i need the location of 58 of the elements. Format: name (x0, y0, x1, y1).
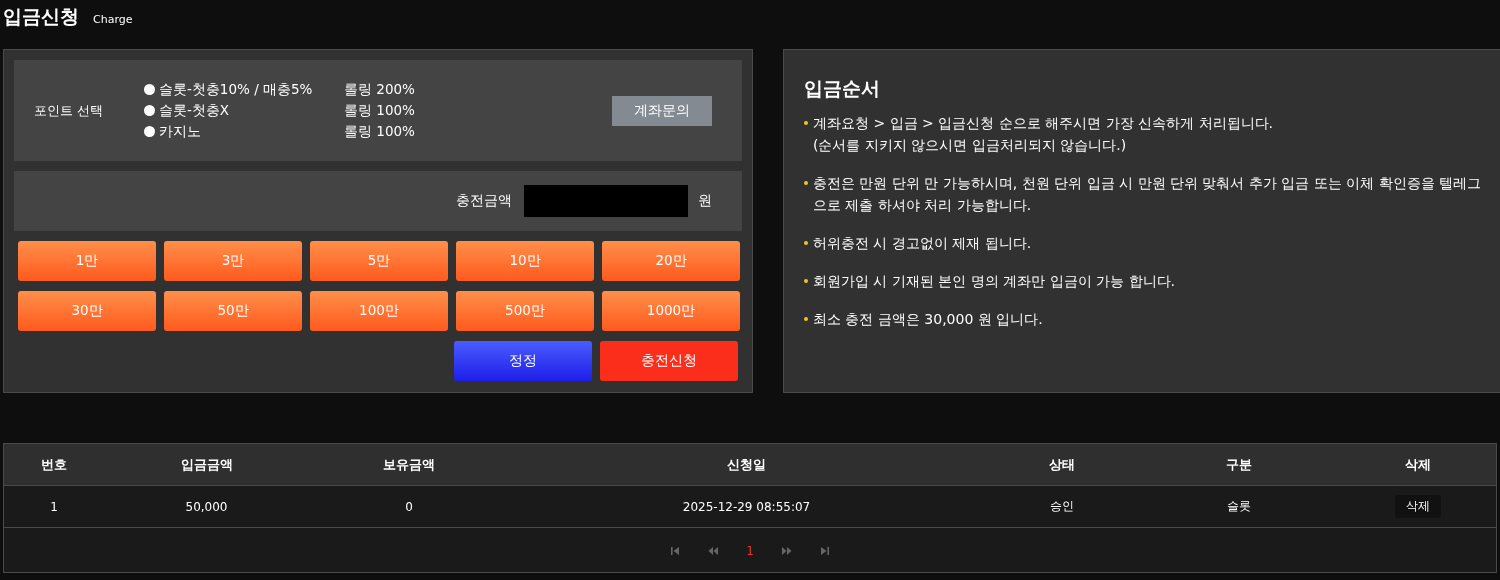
table-cell-text: 승인 (1048, 498, 1075, 515)
radio-button[interactable] (144, 105, 155, 116)
column-header: 번호 (40, 455, 68, 474)
table-cell-text: 슬롯 (1226, 498, 1252, 515)
table-cell-text: 2025-12-29 08:55:07 (681, 499, 812, 514)
table-cell-text: 1 (49, 499, 59, 514)
column-header: 입금금액 (179, 455, 234, 474)
currency-unit: 원 (698, 192, 712, 210)
page-number[interactable]: 1 (746, 544, 754, 558)
amount-button[interactable]: 5만 (310, 241, 448, 281)
column-header: 보유금액 (382, 455, 436, 474)
bullet-icon (804, 181, 808, 185)
submit-button[interactable]: 충전신청 (600, 341, 738, 381)
point-option[interactable]: 카지노 (144, 122, 344, 141)
guide-text: 회원가입 시 기재된 본인 명의 계좌만 입금이 가능 합니다. (813, 272, 1176, 291)
guide-title: 입금순서 (804, 76, 881, 101)
guide-text: 계좌요청 > 입금 > 입금신청 순으로 해주시면 가장 신속하게 처리됩니다. (순서를 지키지 않으시면 입금처리되지 않습니다.) (813, 114, 1273, 155)
amount-button[interactable]: 10만 (456, 241, 594, 281)
point-select-label: 포인트 선택 (34, 101, 105, 120)
point-option[interactable]: 슬롯-첫충10% / 매충5% (144, 80, 344, 99)
point-option[interactable]: 슬롯-첫충X (144, 101, 344, 120)
reset-button[interactable]: 정정 (454, 341, 592, 381)
rolling-text: 롤링 200% (344, 80, 416, 99)
amount-button[interactable]: 1000만 (602, 291, 740, 331)
last-page-icon[interactable] (819, 546, 830, 556)
bullet-icon (804, 279, 808, 283)
column-header: 상태 (1047, 455, 1076, 474)
bullet-icon (804, 121, 808, 125)
amount-button[interactable]: 50만 (164, 291, 302, 331)
delete-button[interactable]: 삭제 (1394, 495, 1441, 518)
amount-button[interactable]: 1만 (18, 241, 156, 281)
amount-button[interactable]: 20만 (602, 241, 740, 281)
radio-button[interactable] (144, 84, 155, 95)
next-page-icon[interactable] (781, 546, 792, 556)
table-cell-text: 50,000 (184, 499, 229, 514)
amount-label: 충전금액 (456, 192, 512, 210)
guide-text: 충전은 만원 단위 만 가능하시며, 천원 단위 입금 시 만원 단위 맞춰서 추가 입금 또는 이체 확인증을 텔레그 으로 제출 하셔야 처리 가능합니다. (813, 174, 1482, 215)
guide-text: 허위충전 시 경고없이 제재 됩니다. (813, 234, 1032, 253)
radio-button[interactable] (144, 126, 155, 137)
column-header: 신청일 (726, 455, 767, 474)
rolling-text: 롤링 100% (344, 122, 416, 141)
amount-input[interactable] (524, 185, 688, 217)
bullet-icon (804, 241, 808, 245)
amount-button[interactable]: 100만 (310, 291, 448, 331)
previous-page-icon[interactable] (708, 546, 719, 556)
amount-button[interactable]: 30만 (18, 291, 156, 331)
guide-text: 최소 충전 금액은 30,000 원 입니다. (813, 310, 1043, 329)
rolling-text: 롤링 100% (344, 101, 416, 120)
page-title: 입금신청 (3, 4, 79, 29)
amount-button[interactable]: 3만 (164, 241, 302, 281)
account-inquiry-button[interactable]: 계좌문의 (612, 95, 712, 126)
table-cell-text: 0 (404, 499, 414, 514)
page-subtitle: Charge (93, 13, 133, 26)
amount-button[interactable]: 500만 (456, 291, 594, 331)
column-header: 구분 (1225, 455, 1253, 474)
first-page-icon[interactable] (670, 546, 681, 556)
column-header: 삭제 (1403, 455, 1432, 474)
bullet-icon (804, 317, 808, 321)
